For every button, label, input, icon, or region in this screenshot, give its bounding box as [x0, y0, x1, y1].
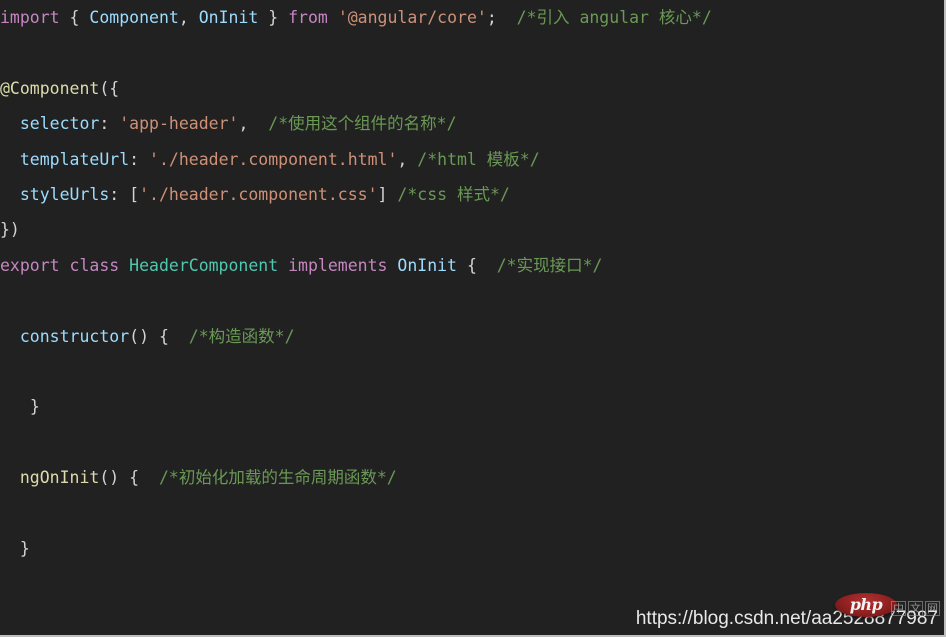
code-token-punct: :	[99, 114, 120, 134]
code-line: }	[0, 389, 944, 424]
code-line: constructor() { /*构造函数*/	[0, 319, 944, 354]
cn-mark-char: 网	[925, 601, 940, 616]
code-token-string: '@angular/core'	[337, 8, 487, 27]
code-token-punct: ;	[486, 8, 497, 27]
code-token-punct: ,	[178, 8, 189, 27]
code-line: })	[0, 212, 944, 247]
code-token-var: constructor	[19, 326, 130, 346]
code-line: @Component({	[0, 71, 944, 106]
code-line: templateUrl: './header.component.html', …	[0, 142, 944, 177]
code-token-punct: () {	[129, 326, 169, 346]
code-token-punct: ]	[377, 184, 388, 204]
code-token-punct: :	[109, 184, 130, 204]
code-token-string: './header.component.css'	[139, 184, 378, 204]
code-token-var: OnInit	[198, 8, 259, 27]
code-token-func: ngOnInit	[19, 468, 100, 488]
code-line: }	[0, 531, 944, 566]
cn-mark-char: 中	[891, 601, 906, 616]
code-token-keyword: class	[69, 255, 120, 275]
code-token-keyword: from	[288, 8, 328, 27]
code-token-punct: ,	[238, 114, 249, 134]
code-line: import { Component, OnInit } from '@angu…	[0, 0, 944, 35]
code-token-keyword: implements	[288, 255, 388, 275]
code-token-comment: /*实现接口*/	[496, 255, 603, 275]
code-token-punct: () {	[99, 468, 140, 488]
code-token-punct: }	[29, 397, 40, 417]
code-token-comment: /*构造函数*/	[188, 326, 295, 346]
code-token-punct: }	[19, 538, 30, 558]
code-token-keyword: export	[0, 255, 60, 275]
code-line: styleUrls: ['./header.component.css'] /*…	[0, 177, 944, 212]
code-token-comment: /*初始化加载的生命周期函数*/	[158, 468, 397, 488]
code-token-var: selector	[19, 114, 100, 134]
php-logo-text: php	[849, 595, 883, 614]
code-token-comment: /*使用这个组件的名称*/	[268, 114, 457, 134]
code-token-punct: })	[0, 220, 20, 240]
chinese-site-mark: 中文网	[891, 601, 940, 616]
code-token-type: HeaderComponent	[129, 255, 279, 275]
code-token-var: OnInit	[397, 255, 457, 275]
code-token-var: Component	[89, 8, 179, 27]
code-token-punct: ({	[99, 78, 120, 98]
code-screenshot: import { Component, OnInit } from '@angu…	[0, 0, 946, 637]
code-token-var: templateUrl	[19, 149, 130, 169]
code-token-punct: :	[129, 149, 150, 169]
code-token-punct: {	[466, 255, 477, 275]
php-logo-icon: php	[835, 593, 897, 617]
code-line-list: import { Component, OnInit } from '@angu…	[0, 0, 944, 635]
code-token-string: 'app-header'	[119, 114, 239, 134]
code-line: export class HeaderComponent implements …	[0, 248, 944, 283]
code-line: ngOnInit() { /*初始化加载的生命周期函数*/	[0, 460, 944, 495]
code-token-punct: {	[69, 8, 80, 27]
code-token-comment: /*html 模板*/	[417, 149, 540, 169]
cn-mark-char: 文	[908, 601, 923, 616]
code-token-keyword: import	[0, 8, 60, 27]
code-editor[interactable]: import { Component, OnInit } from '@angu…	[0, 0, 944, 635]
code-token-punct: ,	[397, 149, 408, 169]
code-token-string: './header.component.html'	[149, 149, 398, 169]
code-token-punct: }	[268, 8, 279, 27]
code-token-func: @Component	[0, 78, 100, 98]
code-token-punct: [	[129, 184, 140, 204]
code-line: selector: 'app-header', /*使用这个组件的名称*/	[0, 106, 944, 141]
code-token-var: styleUrls	[19, 184, 110, 204]
code-token-comment: /*引入 angular 核心*/	[516, 8, 712, 27]
code-token-comment: /*css 样式*/	[397, 184, 510, 204]
